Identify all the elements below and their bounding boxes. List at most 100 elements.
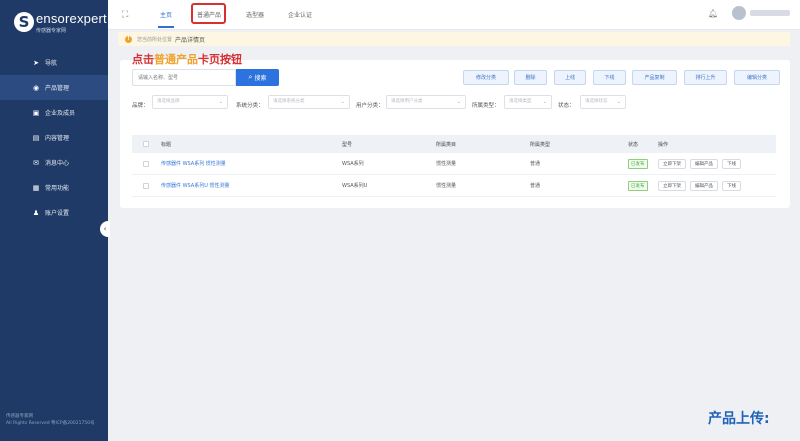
edit-category-button[interactable]: 编辑分类 [734,70,780,85]
chevron-down-icon: ⌄ [340,99,345,105]
product-icon: ◉ [32,83,40,92]
online-button[interactable]: 上线 [554,70,586,85]
sidebar-item-products[interactable]: ◉ 产品管理 [0,75,108,100]
col-status: 状态 [628,141,639,148]
sidebar-footer: 传感器专家网 All Rights Reserved 粤ICP备20021750… [6,413,95,427]
system-category-select[interactable]: 请选择系统分类 ⌄ [268,95,350,109]
unlist-now-button[interactable]: 立即下架 [658,180,686,191]
table-row: 传感器件 WSA系列U 惯性测量 WSA系列U 惯性测量 普通 已发布 立即下架… [132,175,776,197]
product-category: 惯性测量 [436,161,457,167]
select-all-checkbox[interactable] [143,141,149,147]
rank-up-button[interactable]: 排行上升 [684,70,727,85]
sidebar-item-label: 内容管理 [45,135,70,142]
status-badge: 已发布 [628,158,648,169]
user-icon: ♟ [32,208,40,217]
sidebar-item-label: 账户设置 [45,210,70,217]
row-offline-button[interactable]: 下线 [722,158,741,169]
footer-copyright: All Rights Reserved 粤ICP备20021750号 [6,421,95,426]
content-icon: ▤ [32,133,40,142]
col-category: 所属类目 [436,141,457,148]
tools-icon: ▦ [32,183,40,192]
col-actions: 操作 [658,141,669,148]
collapse-sidebar-button[interactable]: ‹ [100,221,110,237]
row-checkbox[interactable] [143,182,149,189]
tab-enterprise-cert[interactable]: 企业认证 [288,10,312,19]
compass-icon: ➤ [33,58,39,67]
col-title: 标题 [161,141,172,148]
message-icon: ✉ [33,158,39,167]
sidebar-item-nav[interactable]: ➤ 导航 [0,50,108,75]
offline-button[interactable]: 下线 [593,70,626,85]
delete-button[interactable]: 删除 [514,70,547,85]
notice-current: 产品详情页 [175,36,206,44]
edit-product-button[interactable]: 编辑产品 [690,158,718,169]
sidebar-item-label: 消息中心 [45,160,70,167]
sidebar-item-content[interactable]: ▤ 内容管理 [0,125,108,150]
product-table: 标题 型号 所属类目 所属类型 状态 操作 传感器件 WSA系列 惯性测量 WS… [132,135,776,197]
search-icon: ⌕ [248,73,253,81]
sidebar-item-company[interactable]: ▣ 企业及成员 [0,100,108,125]
chevron-down-icon: ⌄ [218,99,223,105]
sidebar-item-tools[interactable]: ▦ 常用功能 [0,175,108,200]
type-filter-label: 所属类型： [472,103,500,109]
type-select[interactable]: 请选择类型 ⌄ [504,95,552,109]
sidebar-item-account[interactable]: ♟ 账户设置 [0,200,108,225]
table-row: 传感器件 WSA系列 惯性测量 WSA系列 惯性测量 普通 已发布 立即下架 编… [132,153,776,175]
top-bar: ⛶ 主页 普通产品 选型器 企业认证 🔔︎ [108,0,800,30]
product-model: WSA系列U [342,183,368,189]
instruction-annotation: 点击普通产品卡页按钮 [132,53,242,66]
sidebar-item-label: 导航 [45,60,58,67]
tab-selector[interactable]: 选型器 [246,10,264,19]
notice-prefix: 您当前所处位置 [137,36,173,43]
product-title-link[interactable]: 传感器件 WSA系列 惯性测量 [161,153,226,174]
logo-subtitle: 传感器专家网 [36,28,67,34]
logo-mark-icon: S [14,12,34,32]
sidebar-item-label: 常用功能 [45,185,70,192]
product-model: WSA系列 [342,161,364,167]
col-type: 所属类型 [530,141,551,148]
sidebar-nav: ➤ 导航 ◉ 产品管理 ▣ 企业及成员 ▤ 内容管理 ✉ 消息中心 ▦ 常用功能… [0,50,108,225]
company-icon: ▣ [32,108,40,117]
status-badge: 已发布 [628,180,648,191]
product-title-link[interactable]: 传感器件 WSA系列U 惯性测量 [161,175,229,196]
chevron-left-icon: ‹ [103,225,107,233]
product-type: 普通 [530,183,541,189]
user-name-blurred[interactable] [750,10,790,16]
product-category: 惯性测量 [436,183,457,189]
tab-highlight-box [191,3,226,24]
search-input[interactable] [132,69,236,86]
brand-logo[interactable]: S ensorexpert 传感器专家网 [14,12,107,34]
sidebar-item-label: 企业及成员 [45,110,76,117]
active-tab-indicator [158,26,174,28]
sidebar-item-messages[interactable]: ✉ 消息中心 [0,150,108,175]
unlist-now-button[interactable]: 立即下架 [658,158,686,169]
row-offline-button[interactable]: 下线 [722,180,741,191]
chevron-down-icon: ⌄ [616,99,621,105]
col-model: 型号 [342,141,353,148]
tab-home[interactable]: 主页 [160,10,172,19]
fullscreen-icon[interactable]: ⛶ [122,10,132,20]
location-notice: ! 您当前所处位置 产品详情页 [118,32,790,46]
bell-icon[interactable]: 🔔︎ [708,9,718,19]
sidebar: S ensorexpert 传感器专家网 ➤ 导航 ◉ 产品管理 ▣ 企业及成员… [0,0,108,441]
product-panel: ⌕ 搜索 修改分类 删除 上线 下线 产品复制 排行上升 编辑分类 品牌： 请选… [120,60,790,208]
row-checkbox[interactable] [143,160,149,167]
avatar[interactable] [732,6,746,20]
footer-company: 传感器专家网 [6,414,33,419]
section-caption: 产品上传: [708,411,770,427]
brand-filter-label: 品牌： [132,103,149,109]
copy-product-button[interactable]: 产品复制 [632,70,677,85]
chevron-down-icon: ⌄ [542,99,547,105]
modify-category-button[interactable]: 修改分类 [463,70,509,85]
product-type: 普通 [530,161,541,167]
user-category-select[interactable]: 请选择用户分类 ⌄ [386,95,466,109]
user-category-label: 用户分类： [356,103,384,109]
system-category-label: 系统分类： [236,103,264,109]
search-button[interactable]: ⌕ 搜索 [236,69,279,86]
sidebar-item-label: 产品管理 [45,85,70,92]
status-select[interactable]: 请选择状态 ⌄ [580,95,626,109]
table-header: 标题 型号 所属类目 所属类型 状态 操作 [132,135,776,153]
edit-product-button[interactable]: 编辑产品 [690,180,718,191]
status-filter-label: 状态： [558,103,575,109]
brand-select[interactable]: 请选择品牌 ⌄ [152,95,228,109]
